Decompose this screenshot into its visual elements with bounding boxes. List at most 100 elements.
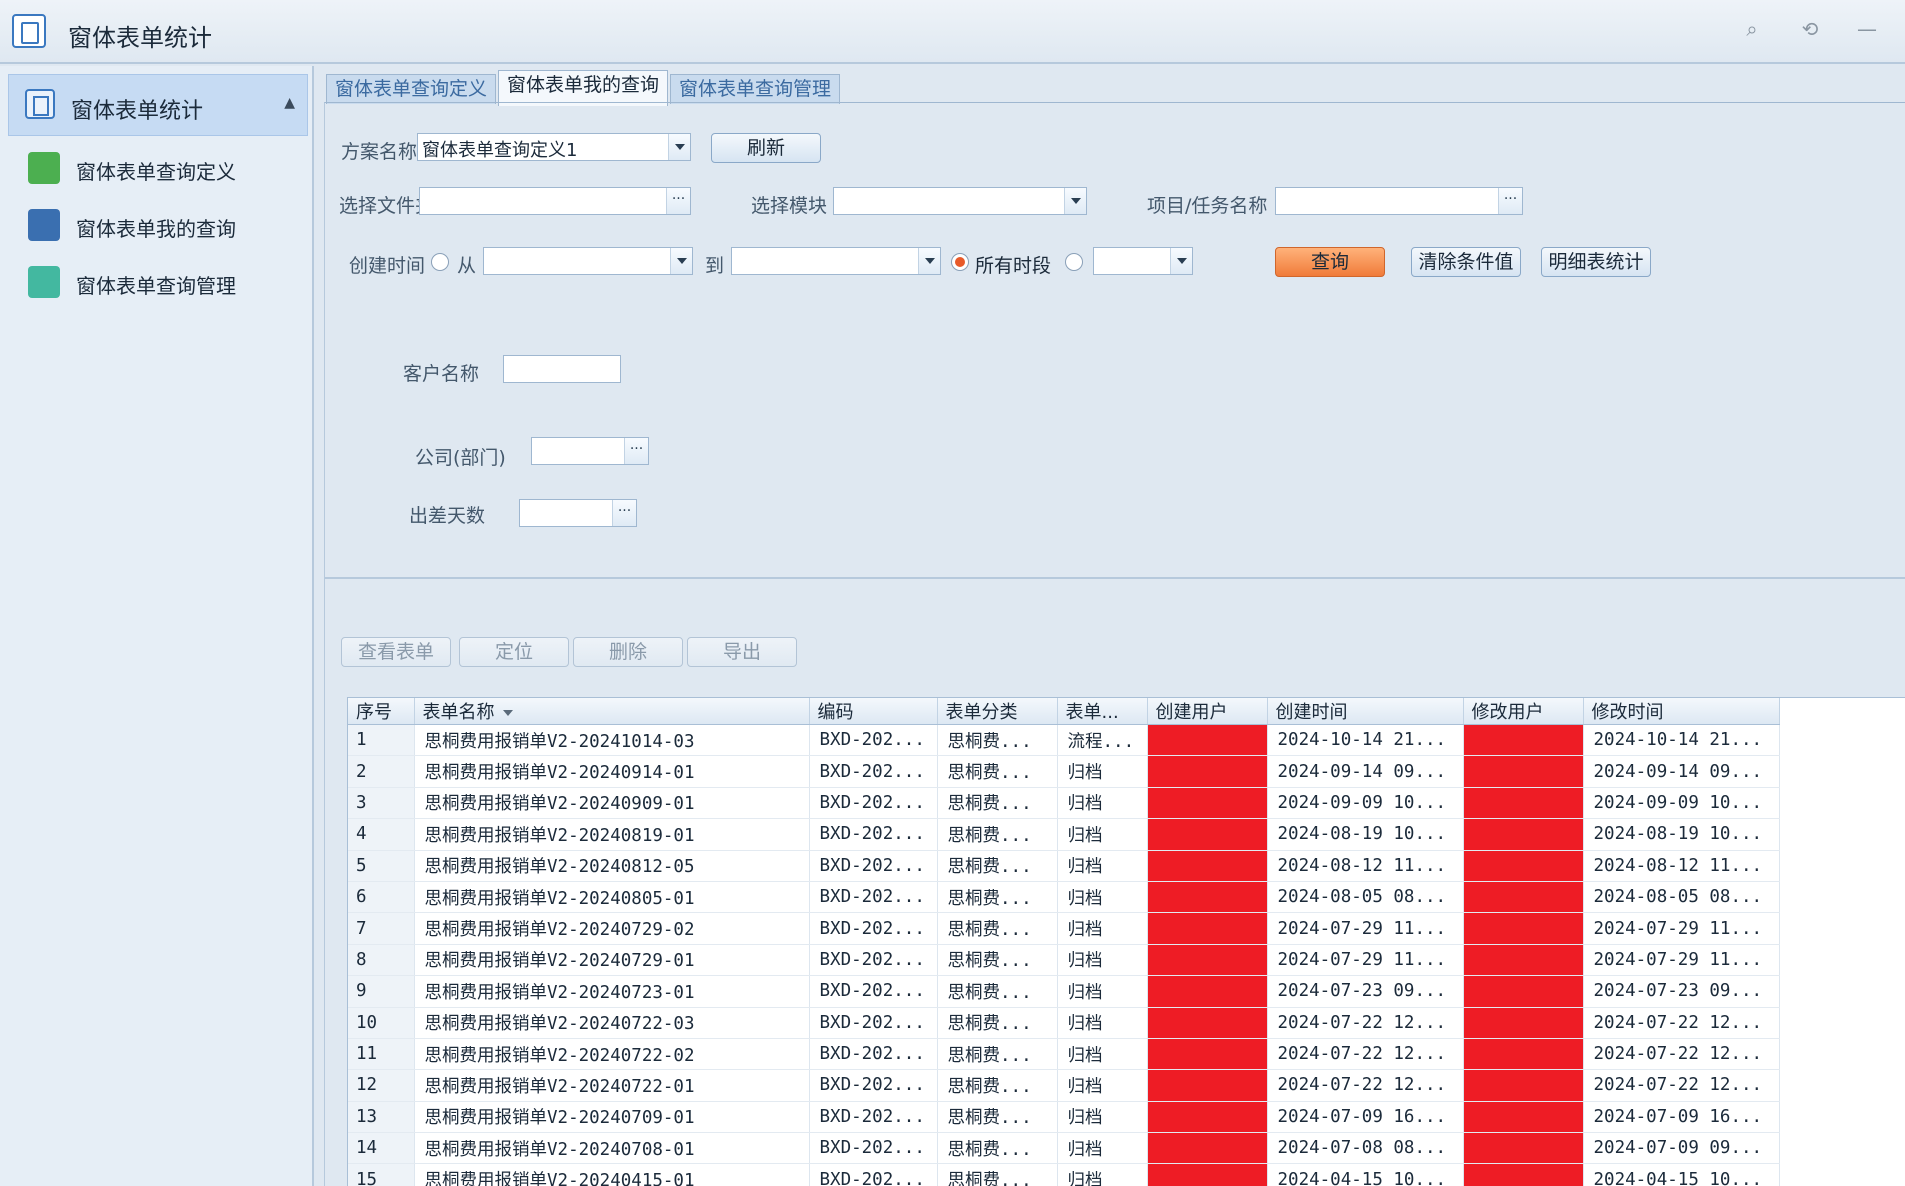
query-button[interactable]: 查询 — [1275, 247, 1385, 277]
ellipsis-icon[interactable]: ··· — [612, 500, 636, 526]
create-time-label: 创建时间 — [349, 255, 426, 277]
sidebar-item-my-query[interactable]: 窗体表单我的查询 — [28, 205, 304, 245]
cell-code: BXD-202... — [809, 1101, 938, 1134]
sort-desc-icon[interactable] — [502, 710, 513, 716]
locate-button[interactable]: 定位 — [459, 637, 569, 667]
cell-category: 思桐费... — [937, 724, 1058, 757]
refresh-button[interactable]: 刷新 — [711, 133, 821, 163]
table-row[interactable]: 2 思桐费用报销单V2-20240914-01 BXD-202... 思桐费... 归档… — [348, 755, 1780, 788]
chevron-down-icon[interactable] — [1064, 188, 1086, 214]
refresh-icon[interactable]: ⟲ — [1795, 14, 1825, 44]
ellipsis-icon[interactable]: ··· — [624, 438, 648, 464]
cell-modified-time: 2024-09-14 09... — [1583, 755, 1780, 788]
cell-creator — [1147, 1007, 1268, 1039]
table-row[interactable]: 7 思桐费用报销单V2-20240729-02 BXD-202... 思桐费... 归档… — [348, 912, 1780, 945]
table-row[interactable]: 13 思桐费用报销单V2-20240709-01 BXD-202... 思桐费... 归… — [348, 1101, 1780, 1134]
col-header-creator[interactable]: 创建用户 — [1147, 698, 1268, 725]
cell-form-status: 归档 — [1057, 818, 1148, 851]
col-header-created-time[interactable]: 创建时间 — [1267, 698, 1464, 725]
cell-created-time: 2024-07-22 12... — [1267, 1069, 1464, 1102]
table-row[interactable]: 6 思桐费用报销单V2-20240805-01 BXD-202... 思桐费... 归档… — [348, 881, 1780, 914]
to-date-select[interactable] — [731, 247, 941, 275]
cell-created-time: 2024-08-12 11... — [1267, 850, 1464, 882]
table-row[interactable]: 5 思桐费用报销单V2-20240812-05 BXD-202... 思桐费... 归档… — [348, 850, 1780, 882]
cell-category: 思桐费... — [937, 1101, 1058, 1134]
cell-category: 思桐费... — [937, 1038, 1058, 1071]
col-header-category[interactable]: 表单分类 — [937, 698, 1058, 725]
collapse-caret-icon[interactable]: ▲ — [284, 95, 295, 111]
table-row[interactable]: 10 思桐费用报销单V2-20240722-03 BXD-202... 思桐费... 归… — [348, 1007, 1780, 1039]
ellipsis-icon[interactable]: ··· — [666, 188, 690, 214]
scheme-select-value: 窗体表单查询定义1 — [422, 140, 578, 161]
tab-query-management[interactable]: 窗体表单查询管理 — [670, 74, 840, 104]
search-icon[interactable]: ⌕ — [1737, 14, 1767, 44]
cell-modified-time: 2024-07-22 12... — [1583, 1007, 1780, 1039]
col-header-modifier[interactable]: 修改用户 — [1463, 698, 1584, 725]
export-button[interactable]: 导出 — [687, 637, 797, 667]
cell-created-time: 2024-07-29 11... — [1267, 944, 1464, 977]
time-range-radio[interactable] — [431, 253, 449, 271]
clear-conditions-button[interactable]: 清除条件值 — [1411, 247, 1521, 277]
cell-index: 4 — [348, 818, 415, 851]
cell-created-time: 2024-07-08 08... — [1267, 1132, 1464, 1165]
cell-form-status: 归档 — [1057, 912, 1148, 945]
sidebar-item-query-management[interactable]: 窗体表单查询管理 — [28, 262, 304, 302]
trip-days-field[interactable]: ··· — [519, 499, 637, 527]
ellipsis-icon[interactable]: ··· — [1498, 188, 1522, 214]
cell-modified-time: 2024-07-29 11... — [1583, 944, 1780, 977]
col-header-form-name[interactable]: 表单名称 — [414, 698, 810, 725]
cell-form-name: 思桐费用报销单V2-20240729-02 — [414, 912, 810, 945]
all-time-radio[interactable] — [951, 253, 969, 271]
table-row[interactable]: 11 思桐费用报销单V2-20240722-02 BXD-202... 思桐费... 归… — [348, 1038, 1780, 1071]
project-field[interactable]: ··· — [1275, 187, 1523, 215]
chevron-down-icon[interactable] — [918, 248, 940, 274]
cell-code: BXD-202... — [809, 944, 938, 977]
results-table: 序号 表单名称 编码 表单分类 表单... 创建用户 创建时间 修改用户 修改时… — [347, 697, 1905, 1186]
col-header-form-status[interactable]: 表单... — [1057, 698, 1148, 725]
col-header-code[interactable]: 编码 — [809, 698, 938, 725]
cell-category: 思桐费... — [937, 850, 1058, 882]
tab-my-query[interactable]: 窗体表单我的查询 — [498, 70, 668, 106]
sidebar-item-query-definition[interactable]: 窗体表单查询定义 — [28, 148, 304, 188]
detail-statistics-button[interactable]: 明细表统计 — [1541, 247, 1651, 277]
to-label: 到 — [705, 255, 725, 277]
table-row[interactable]: 3 思桐费用报销单V2-20240909-01 BXD-202... 思桐费... 归档… — [348, 787, 1780, 820]
delete-button[interactable]: 删除 — [573, 637, 683, 667]
cell-modified-time: 2024-08-05 08... — [1583, 881, 1780, 914]
col-header-index[interactable]: 序号 — [348, 698, 415, 725]
cell-form-status: 归档 — [1057, 787, 1148, 820]
table-row[interactable]: 9 思桐费用报销单V2-20240723-01 BXD-202... 思桐费... 归档… — [348, 975, 1780, 1008]
period-select[interactable] — [1093, 247, 1193, 275]
cell-form-status: 归档 — [1057, 1007, 1148, 1039]
sidebar-header[interactable]: 窗体表单统计 ▲ — [8, 74, 308, 136]
module-select[interactable] — [833, 187, 1087, 215]
cell-index: 9 — [348, 975, 415, 1008]
chevron-down-icon[interactable] — [1170, 248, 1192, 274]
from-date-select[interactable] — [483, 247, 693, 275]
cell-creator — [1147, 1038, 1268, 1071]
table-row[interactable]: 4 思桐费用报销单V2-20240819-01 BXD-202... 思桐费... 归档… — [348, 818, 1780, 851]
cell-index: 12 — [348, 1069, 415, 1102]
cell-form-status: 归档 — [1057, 1101, 1148, 1134]
table-row[interactable]: 8 思桐费用报销单V2-20240729-01 BXD-202... 思桐费... 归档… — [348, 944, 1780, 977]
cell-code: BXD-202... — [809, 912, 938, 945]
col-header-modified-time[interactable]: 修改时间 — [1583, 698, 1780, 725]
company-field[interactable]: ··· — [531, 437, 649, 465]
cell-creator — [1147, 724, 1268, 757]
period-radio[interactable] — [1065, 253, 1083, 271]
table-row[interactable]: 12 思桐费用报销单V2-20240722-01 BXD-202... 思桐费... 归… — [348, 1069, 1780, 1102]
table-row[interactable]: 14 思桐费用报销单V2-20240708-01 BXD-202... 思桐费... 归… — [348, 1132, 1780, 1165]
project-label: 项目/任务名称 — [1147, 195, 1268, 217]
table-row[interactable]: 1 思桐费用报销单V2-20241014-03 BXD-202... 思桐费... 流程… — [348, 724, 1780, 757]
tab-query-definition[interactable]: 窗体表单查询定义 — [326, 74, 496, 104]
chevron-down-icon[interactable] — [670, 248, 692, 274]
customer-name-input[interactable] — [503, 355, 621, 383]
view-form-button[interactable]: 查看表单 — [341, 637, 451, 667]
cell-modifier — [1463, 755, 1584, 788]
folder-field[interactable]: ··· — [419, 187, 691, 215]
chevron-down-icon[interactable] — [668, 134, 690, 160]
minimize-icon[interactable]: — — [1852, 14, 1882, 44]
table-row[interactable]: 15 思桐费用报销单V2-20240415-01 BXD-202... 思桐费... 归… — [348, 1163, 1780, 1186]
cell-modifier — [1463, 724, 1584, 757]
scheme-select[interactable]: 窗体表单查询定义1 — [417, 133, 691, 161]
